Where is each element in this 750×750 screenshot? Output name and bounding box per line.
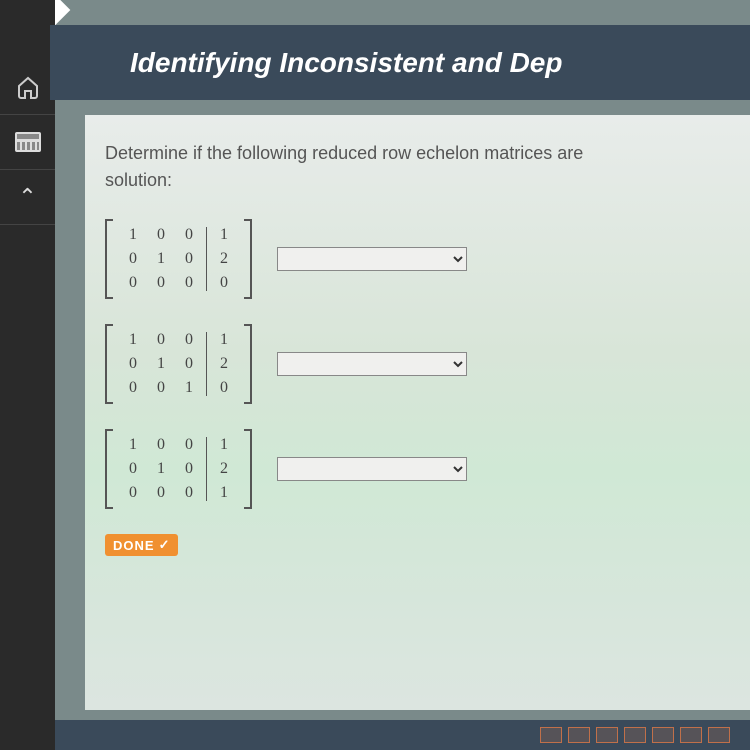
home-icon[interactable] [0,60,55,115]
matrix-row-3: 1 0 0 0 1 0 0 0 0 [105,429,730,509]
matrix-row-2: 1 0 0 0 1 0 0 0 1 [105,324,730,404]
up-arrow-icon[interactable]: ⌃ [0,170,55,225]
nav-box-2[interactable] [568,727,590,743]
check-icon: ✓ [159,537,171,553]
nav-box-3[interactable] [596,727,618,743]
nav-box-1[interactable] [540,727,562,743]
nav-box-4[interactable] [624,727,646,743]
sidebar: ⌃ [0,0,55,750]
question-text: Determine if the following reduced row e… [105,140,730,194]
answer-dropdown-3[interactable] [277,457,467,481]
calculator-icon[interactable] [0,115,55,170]
nav-box-6[interactable] [680,727,702,743]
nav-box-7[interactable] [708,727,730,743]
bottom-nav [55,720,750,750]
content-area: Determine if the following reduced row e… [85,115,750,710]
done-label: DONE [113,538,155,553]
matrix-1: 1 0 0 0 1 0 0 0 0 [105,219,252,299]
answer-dropdown-1[interactable] [277,247,467,271]
nav-box-5[interactable] [652,727,674,743]
matrix-2: 1 0 0 0 1 0 0 0 1 [105,324,252,404]
matrix-row-1: 1 0 0 0 1 0 0 0 0 [105,219,730,299]
done-button[interactable]: DONE ✓ [105,534,178,556]
answer-dropdown-2[interactable] [277,352,467,376]
page-title-bar: Identifying Inconsistent and Dep [50,25,750,100]
matrix-3: 1 0 0 0 1 0 0 0 0 [105,429,252,509]
page-title: Identifying Inconsistent and Dep [130,47,562,79]
